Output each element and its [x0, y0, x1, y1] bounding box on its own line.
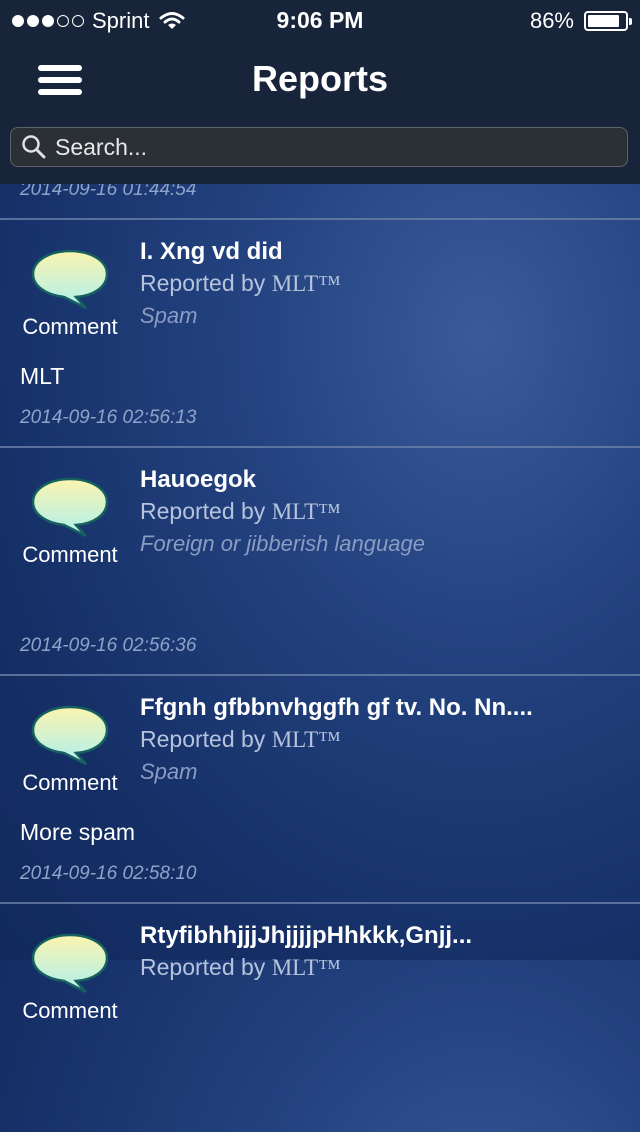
report-item[interactable]: Comment RtyfibhhjjjJhjjjjpHhkkk,Gnjj... … — [0, 904, 640, 1132]
comment-bubble-icon — [31, 477, 109, 538]
report-type-label: Comment — [22, 542, 118, 567]
report-item[interactable]: Comment I. Xng vd did Reported by MLT™ S… — [0, 220, 640, 448]
report-item[interactable]: Comment Ffgnh gfbbnvhggfh gf tv. No. Nn.… — [0, 676, 640, 904]
app-header: Sprint 9:06 PM 86% Reports — [0, 0, 640, 184]
report-note: MLT — [20, 363, 65, 389]
report-reason: Spam — [140, 759, 198, 784]
search-icon — [22, 135, 46, 159]
report-title: I. Xng vd did — [140, 238, 283, 265]
comment-bubble-icon — [31, 933, 109, 994]
report-reason: Foreign or jibberish language — [140, 531, 425, 556]
comment-bubble-icon — [31, 249, 109, 310]
search-input[interactable] — [53, 128, 617, 167]
battery-percentage: 86% — [529, 8, 574, 33]
battery-level-fill — [588, 15, 619, 27]
reported-by: Reported by MLT™ — [140, 726, 341, 753]
page-title: Reports — [251, 58, 389, 99]
reported-by-prefix: Reported by — [140, 726, 266, 752]
report-type-label: Comment — [22, 314, 118, 339]
search-bar[interactable] — [10, 127, 628, 167]
reported-by: Reported by MLT™ — [140, 498, 341, 525]
reported-by-prefix: Reported by — [140, 498, 266, 524]
reporter-name: MLT™ — [271, 499, 341, 524]
reported-by: Reported by MLT™ — [140, 270, 341, 297]
comment-bubble-icon — [31, 705, 109, 766]
reporter-name: MLT™ — [271, 271, 341, 296]
report-timestamp: 2014-09-16 02:56:36 — [20, 635, 197, 656]
battery-nub — [629, 18, 632, 25]
status-bar: Sprint 9:06 PM 86% — [0, 0, 640, 40]
report-reason: Spam — [140, 303, 198, 328]
reported-by-prefix: Reported by — [140, 270, 266, 296]
reported-by: Reported by MLT™ — [140, 954, 341, 981]
report-title: Hauoegok — [140, 466, 257, 493]
report-note: More spam — [20, 819, 136, 845]
reporter-name: MLT™ — [271, 955, 341, 980]
status-right: 86% — [529, 8, 632, 34]
report-title: Ffgnh gfbbnvhggfh gf tv. No. Nn.... — [140, 694, 533, 721]
report-type-label: Comment — [22, 998, 118, 1023]
reported-by-prefix: Reported by — [140, 954, 266, 980]
report-title: RtyfibhhjjjJhjjjjpHhkkk,Gnjj... — [140, 922, 473, 949]
battery-icon — [584, 11, 632, 31]
report-timestamp: 2014-09-16 02:56:13 — [20, 407, 197, 428]
report-type-label: Comment — [22, 770, 118, 795]
reporter-name: MLT™ — [271, 727, 341, 752]
report-timestamp: 2014-09-16 02:58:10 — [20, 863, 197, 884]
report-item[interactable]: Comment Hauoegok Reported by MLT™ Foreig… — [0, 448, 640, 676]
